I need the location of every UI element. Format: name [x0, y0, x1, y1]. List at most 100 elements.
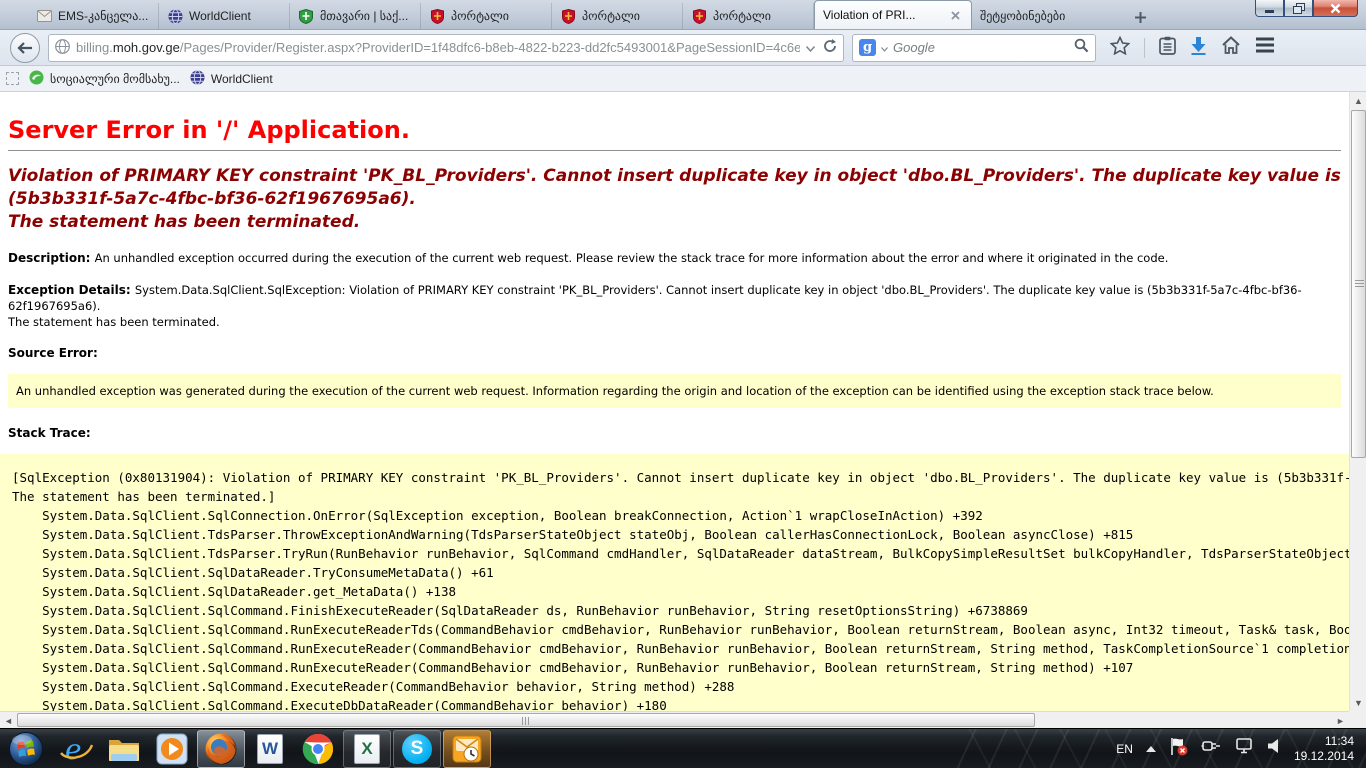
tab-portal-1[interactable]: პორტალი: [421, 3, 552, 29]
stack-line: System.Data.SqlClient.SqlConnection.OnEr…: [12, 506, 1339, 525]
chrome-icon[interactable]: [294, 729, 342, 768]
exception-details-label: Exception Details:: [8, 283, 135, 297]
bookmark-item-worldclient[interactable]: WorldClient: [190, 70, 273, 88]
description-row: Description: An unhandled exception occu…: [8, 250, 1341, 266]
horizontal-scrollbar[interactable]: ◄ ►: [0, 711, 1349, 728]
language-indicator[interactable]: EN: [1116, 742, 1133, 756]
menu-hamburger-icon[interactable]: [1255, 37, 1275, 58]
scroll-left-icon[interactable]: ◄: [0, 712, 17, 729]
clock[interactable]: 11:34 19.12.2014: [1294, 734, 1354, 764]
tab-ems[interactable]: EMS-კანცელა...: [28, 3, 159, 29]
network-icon[interactable]: [1234, 737, 1254, 760]
bookmark-star-icon[interactable]: [1110, 36, 1130, 60]
search-bar[interactable]: g: [852, 34, 1096, 62]
navigation-toolbar: billing.moh.gov.ge/Pages/Provider/Regist…: [0, 30, 1366, 66]
vertical-scrollbar-thumb[interactable]: [1351, 110, 1366, 458]
stack-line: System.Data.SqlClient.SqlCommand.RunExec…: [12, 620, 1339, 639]
clock-date: 19.12.2014: [1294, 749, 1354, 764]
internet-explorer-icon[interactable]: e: [52, 729, 100, 768]
power-plug-icon[interactable]: [1201, 737, 1221, 760]
stack-line: [SqlException (0x80131904): Violation of…: [12, 468, 1339, 487]
bookmarks-toolbar: სოციალური მომსახუ... WorldClient: [0, 66, 1366, 92]
site-globe-icon: [55, 39, 70, 57]
coat-of-arms-icon: [560, 8, 576, 24]
downloads-icon[interactable]: [1190, 36, 1207, 60]
globe-icon: [190, 70, 205, 88]
window-controls: [1255, 0, 1358, 17]
url-text: billing.moh.gov.ge/Pages/Provider/Regist…: [76, 40, 800, 55]
start-button[interactable]: [0, 729, 52, 768]
svg-text:e: e: [65, 733, 82, 765]
url-path: /Pages/Provider/Register.aspx?ProviderID…: [180, 40, 800, 55]
tab-worldclient[interactable]: WorldClient: [159, 3, 290, 29]
scroll-down-icon[interactable]: ▼: [1350, 694, 1366, 711]
bookmark-item-social[interactable]: სოციალური მომსახუ...: [29, 70, 180, 88]
page-title: Server Error in '/' Application.: [8, 116, 1341, 144]
scrollbar-corner: [1349, 711, 1366, 728]
close-button[interactable]: [1313, 0, 1358, 17]
tab-label: პორტალი: [582, 9, 640, 23]
google-icon: g: [859, 39, 876, 56]
tab-label: შეტყობინებები: [980, 9, 1065, 23]
stack-line: The statement has been terminated.]: [12, 487, 1339, 506]
url-bar[interactable]: billing.moh.gov.ge/Pages/Provider/Regist…: [48, 34, 844, 62]
media-player-icon[interactable]: [148, 729, 196, 768]
scroll-up-icon[interactable]: ▲: [1350, 92, 1366, 109]
error-message-line2: The statement has been terminated.: [8, 211, 1341, 234]
tab-label: EMS-კანცელა...: [58, 9, 148, 23]
volume-icon[interactable]: [1267, 738, 1281, 759]
action-center-flag-icon[interactable]: [1169, 737, 1188, 761]
tab-portal-2[interactable]: პორტალი: [552, 3, 683, 29]
vertical-scrollbar[interactable]: ▲ ▼: [1349, 92, 1366, 711]
horizontal-scrollbar-thumb[interactable]: [17, 713, 1035, 727]
bookmarks-menu-icon[interactable]: [1159, 36, 1176, 60]
reload-icon[interactable]: [823, 39, 837, 56]
tab-close-icon[interactable]: [948, 8, 963, 23]
search-engine-dropdown-icon[interactable]: [881, 39, 888, 57]
taskbar: e: [0, 728, 1366, 768]
show-hidden-icons-icon[interactable]: [1146, 746, 1156, 752]
stack-line: System.Data.SqlClient.SqlCommand.FinishE…: [12, 601, 1339, 620]
word-icon[interactable]: W: [246, 729, 294, 768]
new-tab-button[interactable]: [1126, 5, 1154, 29]
stack-line: System.Data.SqlClient.SqlCommand.RunExec…: [12, 639, 1339, 658]
tab-mtavari[interactable]: მთავარი | საქ...: [290, 3, 421, 29]
scrollbar-grip: [522, 717, 530, 725]
toolbar-separator: [1144, 38, 1145, 58]
tab-portal-3[interactable]: პორტალი: [683, 3, 814, 29]
source-error-text: An unhandled exception was generated dur…: [16, 384, 1214, 398]
home-icon[interactable]: [1221, 36, 1241, 59]
error-message: Violation of PRIMARY KEY constraint 'PK_…: [8, 165, 1341, 234]
browser-titlebar: EMS-კანცელა... WorldClient მთავარი | საქ…: [0, 0, 1366, 30]
back-button[interactable]: [10, 33, 40, 63]
search-magnifier-icon[interactable]: [1074, 38, 1089, 58]
tab-shetyobinebebi[interactable]: შეტყობინებები: [972, 3, 1122, 29]
envelope-icon: [36, 8, 52, 24]
bookmarks-placeholder-icon[interactable]: [6, 72, 19, 85]
search-input[interactable]: [893, 40, 1069, 55]
description-text: An unhandled exception occurred during t…: [95, 251, 1169, 265]
source-error-box: An unhandled exception was generated dur…: [8, 374, 1341, 408]
minimize-button[interactable]: [1255, 0, 1284, 17]
tab-label: Violation of PRI...: [823, 8, 916, 22]
stack-trace-label: Stack Trace:: [8, 426, 1341, 440]
description-label: Description:: [8, 251, 95, 265]
skype-taskbar-button[interactable]: S: [393, 730, 441, 768]
tab-label: WorldClient: [189, 9, 251, 23]
firefox-taskbar-button[interactable]: [197, 730, 245, 768]
bookmark-label: WorldClient: [211, 72, 273, 86]
url-domain: moh.gov.ge: [113, 40, 180, 55]
tab-label: მთავარი | საქ...: [320, 9, 408, 23]
stack-line: System.Data.SqlClient.SqlDataReader.TryC…: [12, 563, 1339, 582]
source-error-label: Source Error:: [8, 346, 1341, 360]
url-dropdown-icon[interactable]: [806, 40, 815, 55]
outlook-taskbar-button[interactable]: [443, 730, 491, 768]
windows-explorer-icon[interactable]: [100, 729, 148, 768]
scroll-right-icon[interactable]: ►: [1332, 712, 1349, 729]
scrollbar-grip: [1355, 280, 1364, 288]
restore-button[interactable]: [1284, 0, 1313, 17]
globe-icon: [167, 8, 183, 24]
tab-violation-active[interactable]: Violation of PRI...: [814, 0, 972, 29]
stack-line: System.Data.SqlClient.SqlCommand.RunExec…: [12, 658, 1339, 677]
excel-taskbar-button[interactable]: X: [343, 730, 391, 768]
